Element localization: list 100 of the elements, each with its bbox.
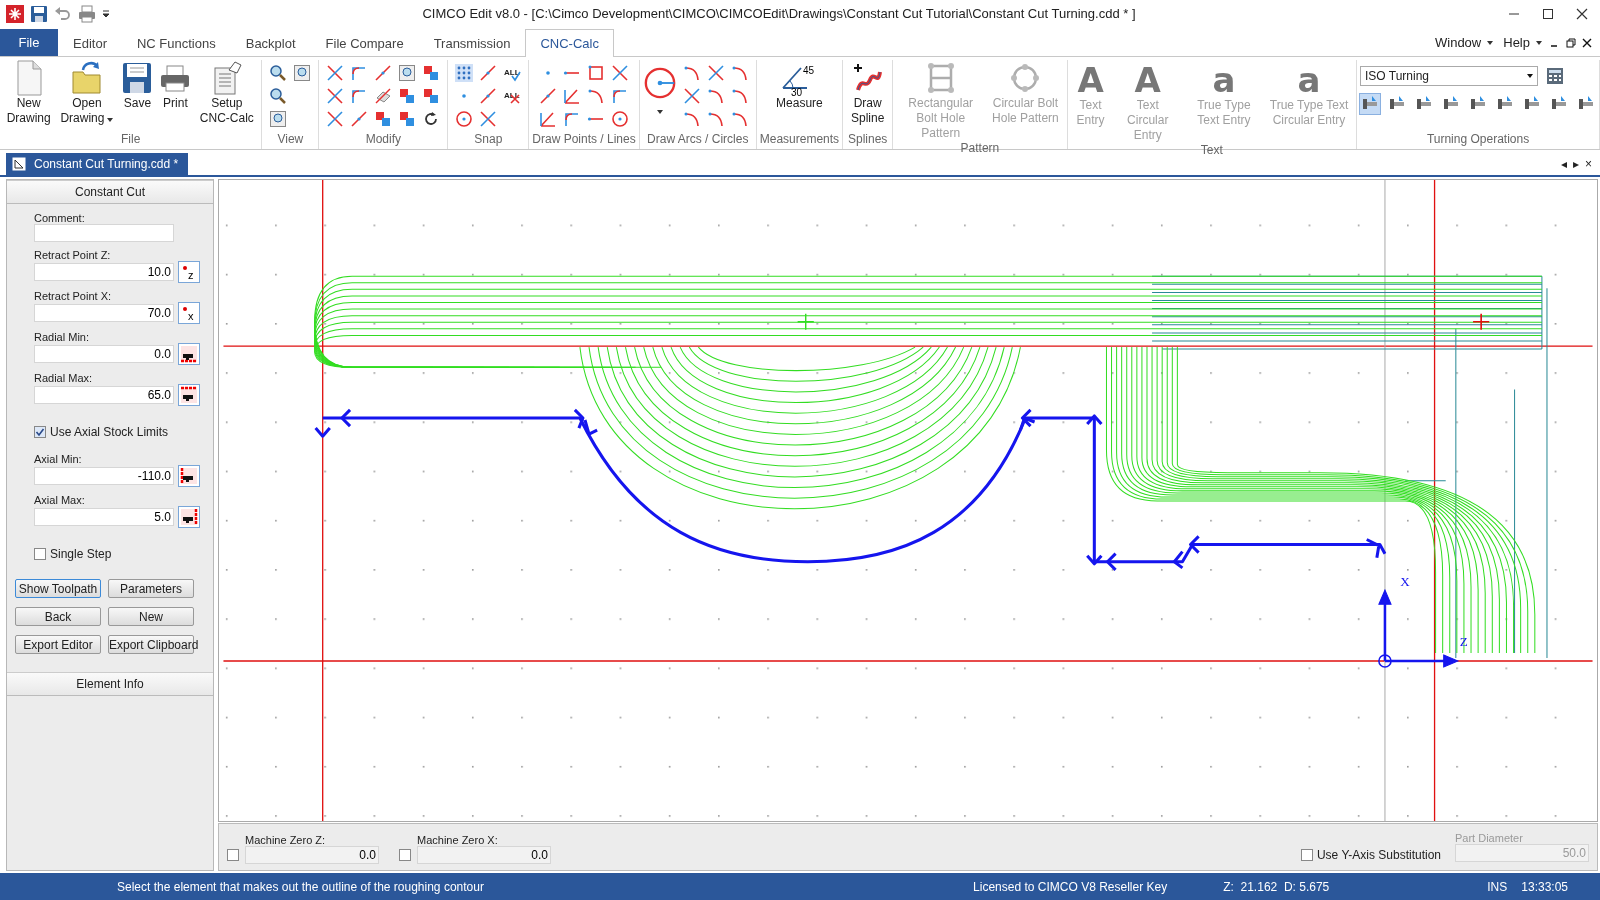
circle-icon[interactable] xyxy=(611,110,630,128)
ribbon-tab[interactable]: Transmission xyxy=(418,29,526,56)
window-title: CIMCO Edit v8.0 - [C:\Cimco Development\CIMCO\CIMCOEdit\Drawings\Constant Cut Tutorial\Constant Cut Turning.cdd * ] xyxy=(421,6,1137,21)
arc-icon[interactable] xyxy=(682,110,701,128)
checkbox[interactable] xyxy=(227,849,239,861)
arc-icon[interactable] xyxy=(587,87,606,105)
document-tab[interactable]: Constant Cut Turning.cdd * xyxy=(6,153,189,175)
checkbox[interactable] xyxy=(34,548,46,560)
lathe-tool-icon[interactable] xyxy=(1360,94,1380,114)
arc-icon[interactable] xyxy=(706,110,725,128)
ribbon-tab[interactable]: CNC-Calc xyxy=(525,29,614,57)
app-logo-icon[interactable] xyxy=(6,4,24,23)
close-icon[interactable] xyxy=(1576,7,1588,20)
panel-button[interactable]: Back xyxy=(15,607,101,626)
input-field[interactable]: 0.0 xyxy=(34,345,174,363)
printer-icon[interactable] xyxy=(78,4,96,23)
menu-button[interactable]: Window xyxy=(1433,35,1496,50)
document-nav-button[interactable]: × xyxy=(1583,157,1594,171)
input-field[interactable]: 10.0 xyxy=(34,263,174,281)
shapes-icon[interactable] xyxy=(422,64,441,82)
customize-caret-icon[interactable] xyxy=(102,9,110,18)
input-field[interactable]: 0.0 xyxy=(245,846,379,864)
ribbon-button[interactable]: New Drawing xyxy=(3,60,55,126)
menu-button[interactable]: Help xyxy=(1501,35,1544,50)
ribbon-button[interactable]: 45 30 Measure xyxy=(774,60,825,111)
calculator-icon[interactable] xyxy=(1546,67,1564,85)
pick-point-button[interactable]: z xyxy=(178,261,200,283)
checkbox-row[interactable]: Single Step xyxy=(34,547,213,561)
crossed-lines-icon[interactable] xyxy=(326,87,345,105)
operation-dropdown[interactable]: ISO Turning xyxy=(1360,66,1538,86)
input-field[interactable]: 5.0 xyxy=(34,508,174,526)
angle-icon[interactable] xyxy=(563,87,582,105)
panel-button[interactable]: New xyxy=(108,607,194,626)
line-icon[interactable] xyxy=(350,110,369,128)
line-icon[interactable] xyxy=(479,87,498,105)
eraser-icon[interactable] xyxy=(374,87,393,105)
input-field[interactable]: 0.0 xyxy=(417,846,551,864)
arc-icon[interactable] xyxy=(706,87,725,105)
arc-icon[interactable] xyxy=(730,110,749,128)
crossed-lines-icon[interactable] xyxy=(326,110,345,128)
zoom-window-icon[interactable] xyxy=(398,64,417,82)
pick-point-button[interactable]: x xyxy=(178,302,200,324)
checkbox[interactable] xyxy=(1300,849,1313,861)
field-label: Axial Min: xyxy=(34,453,83,465)
arc-icon[interactable] xyxy=(682,64,701,82)
ribbon-button[interactable]: Open Drawing xyxy=(56,60,118,126)
ribbon-button[interactable]: Setup CNC-Calc xyxy=(195,60,259,126)
caret-icon[interactable] xyxy=(656,110,663,114)
checkbox-row[interactable]: Use Axial Stock Limits xyxy=(34,425,213,439)
caret-icon xyxy=(1527,74,1533,78)
panel-button[interactable]: Export Editor xyxy=(15,635,101,654)
undo-icon[interactable] xyxy=(54,4,72,23)
document-nav-button[interactable]: ◂ xyxy=(1559,157,1569,171)
angle-icon[interactable] xyxy=(539,110,558,128)
circle-icon[interactable] xyxy=(642,66,677,100)
circle-icon[interactable] xyxy=(455,110,474,128)
close-icon[interactable] xyxy=(1582,37,1592,48)
input-field[interactable]: 70.0 xyxy=(34,304,174,322)
crossed-lines-icon[interactable] xyxy=(611,64,630,82)
ribbon-tab[interactable]: NC Functions xyxy=(121,29,231,56)
panel-button[interactable]: Parameters xyxy=(108,579,194,598)
ribbon-tab[interactable]: Backplot xyxy=(230,29,311,56)
crossed-lines-icon[interactable] xyxy=(479,110,498,128)
ribbon-tab[interactable]: Editor xyxy=(58,29,122,56)
shapes-icon[interactable] xyxy=(398,87,417,105)
zoom-window-icon[interactable] xyxy=(269,110,288,128)
shapes-icon[interactable] xyxy=(422,87,441,105)
ribbon-button[interactable]: Save xyxy=(119,60,156,111)
restore-icon[interactable] xyxy=(1566,37,1576,48)
maximize-icon[interactable] xyxy=(1542,7,1554,20)
file-menu-tab[interactable]: File xyxy=(0,29,58,56)
crossed-lines-icon[interactable] xyxy=(682,87,701,105)
shapes-icon[interactable] xyxy=(374,110,393,128)
grid-icon[interactable] xyxy=(455,64,474,82)
crossed-lines-icon[interactable] xyxy=(326,64,345,82)
line-icon[interactable] xyxy=(479,64,498,82)
checkbox[interactable] xyxy=(34,426,46,438)
ribbon-button[interactable]: Draw Spline xyxy=(846,60,890,126)
input-field[interactable] xyxy=(34,224,174,242)
shapes-icon[interactable] xyxy=(398,110,417,128)
stock-limit-button[interactable] xyxy=(178,506,200,528)
zoom-icon[interactable] xyxy=(269,87,288,105)
crossed-lines-icon[interactable] xyxy=(706,64,725,82)
input-field[interactable]: -110.0 xyxy=(34,467,174,485)
checkbox[interactable] xyxy=(399,849,411,861)
ribbon-tab[interactable]: File Compare xyxy=(310,29,419,56)
stock-limit-button[interactable] xyxy=(178,384,200,406)
zoom-window-icon[interactable] xyxy=(293,64,312,82)
line-icon[interactable] xyxy=(539,87,558,105)
zoom-icon[interactable] xyxy=(269,64,288,82)
arc-icon[interactable] xyxy=(730,64,749,82)
stock-limit-button[interactable] xyxy=(178,343,200,365)
square-icon[interactable] xyxy=(587,64,606,82)
line-icon[interactable] xyxy=(374,64,393,82)
stock-limit-button[interactable] xyxy=(178,465,200,487)
ribbon-button[interactable]: Print xyxy=(157,60,194,111)
panel-button[interactable]: Show Toolpath xyxy=(15,579,101,598)
input-field[interactable]: 65.0 xyxy=(34,386,174,404)
document-nav-button[interactable]: ▸ xyxy=(1571,157,1581,171)
arc-icon[interactable] xyxy=(730,87,749,105)
